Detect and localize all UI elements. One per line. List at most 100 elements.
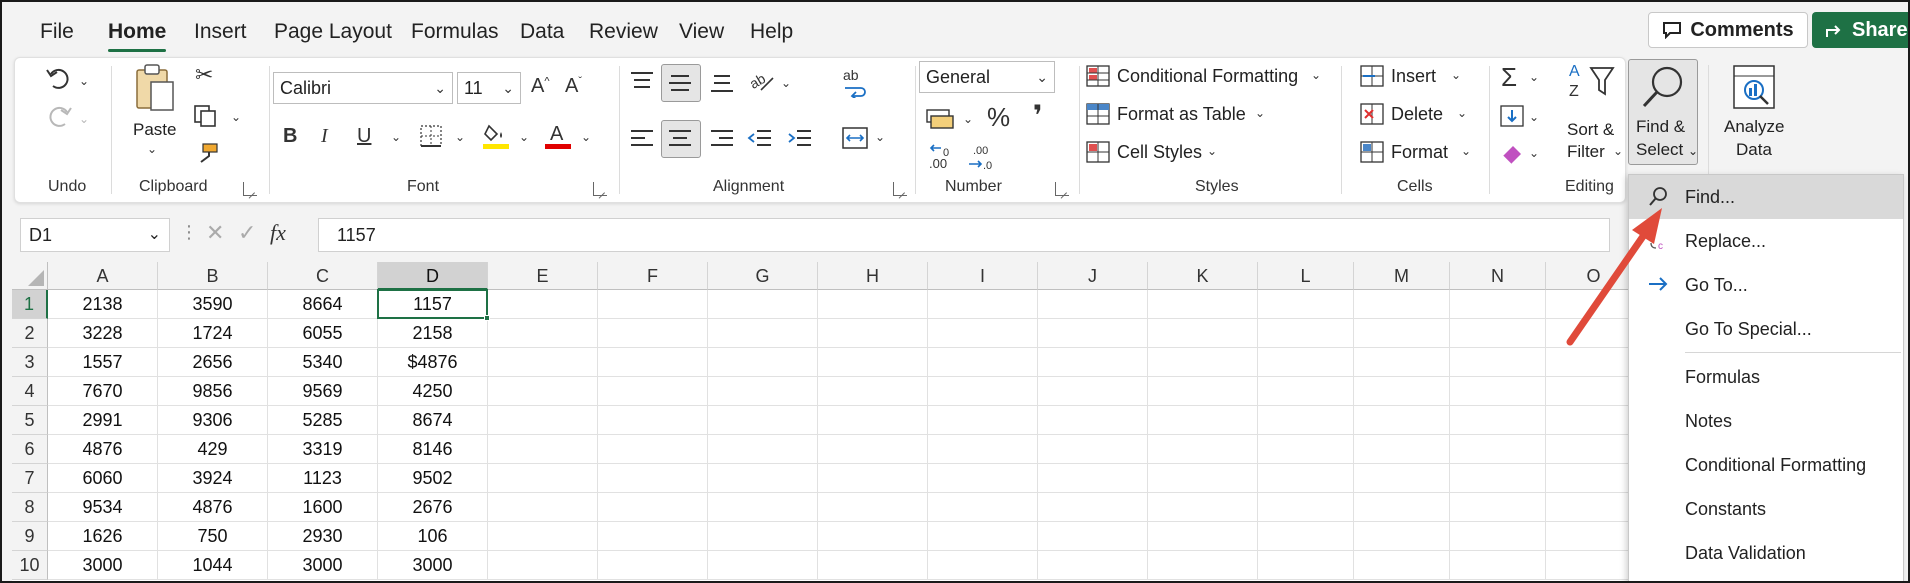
cell-b5[interactable]: 9306 xyxy=(158,406,268,435)
cell-c10[interactable]: 3000 xyxy=(268,551,378,580)
clear-icon[interactable] xyxy=(1499,142,1525,166)
cell-j6[interactable] xyxy=(1038,435,1148,464)
cell-m5[interactable] xyxy=(1354,406,1450,435)
cell-n9[interactable] xyxy=(1450,522,1546,551)
merge-center-icon[interactable] xyxy=(841,126,869,150)
cell-f6[interactable] xyxy=(598,435,708,464)
decrease-decimal-icon[interactable]: .00.0 xyxy=(965,142,995,172)
undo-dropdown-icon[interactable]: ⌄ xyxy=(79,74,89,88)
cell-b1[interactable]: 3590 xyxy=(158,290,268,319)
cell-d2[interactable]: 2158 xyxy=(378,319,488,348)
conditional-formatting-button[interactable]: Conditional Formatting xyxy=(1117,66,1298,87)
cell-g2[interactable] xyxy=(708,319,818,348)
cell-a9[interactable]: 1626 xyxy=(48,522,158,551)
cancel-icon[interactable]: ✕ xyxy=(206,220,224,246)
cell-d8[interactable]: 2676 xyxy=(378,493,488,522)
column-header-m[interactable]: M xyxy=(1354,262,1450,290)
cell-f10[interactable] xyxy=(598,551,708,580)
cell-a2[interactable]: 3228 xyxy=(48,319,158,348)
cell-i2[interactable] xyxy=(928,319,1038,348)
insert-function-icon[interactable]: fx xyxy=(270,220,286,246)
font-dialog-launcher[interactable] xyxy=(593,182,607,196)
autosum-dropdown-icon[interactable]: ⌄ xyxy=(1529,70,1539,84)
column-header-f[interactable]: F xyxy=(598,262,708,290)
cell-g6[interactable] xyxy=(708,435,818,464)
cell-j3[interactable] xyxy=(1038,348,1148,377)
menu-item-formulas[interactable]: Formulas xyxy=(1629,355,1903,399)
cell-f8[interactable] xyxy=(598,493,708,522)
cell-k1[interactable] xyxy=(1148,290,1258,319)
underline-icon[interactable]: U xyxy=(357,126,371,146)
cell-h7[interactable] xyxy=(818,464,928,493)
cell-h9[interactable] xyxy=(818,522,928,551)
cell-e6[interactable] xyxy=(488,435,598,464)
accounting-format-icon[interactable] xyxy=(925,106,955,132)
autosum-icon[interactable]: Σ xyxy=(1501,64,1517,90)
cell-b2[interactable]: 1724 xyxy=(158,319,268,348)
analyze-data-button-line2[interactable]: Data xyxy=(1736,140,1772,160)
cell-f7[interactable] xyxy=(598,464,708,493)
cell-l9[interactable] xyxy=(1258,522,1354,551)
enter-check-icon[interactable]: ✓ xyxy=(238,220,256,246)
cell-n5[interactable] xyxy=(1450,406,1546,435)
cell-i7[interactable] xyxy=(928,464,1038,493)
cell-e9[interactable] xyxy=(488,522,598,551)
undo-icon[interactable] xyxy=(45,66,73,92)
cell-e4[interactable] xyxy=(488,377,598,406)
cell-styles-icon[interactable] xyxy=(1085,140,1111,164)
formula-input[interactable]: 1157 xyxy=(318,218,1610,252)
cell-i8[interactable] xyxy=(928,493,1038,522)
column-header-l[interactable]: L xyxy=(1258,262,1354,290)
tab-insert[interactable]: Insert xyxy=(194,20,247,44)
delete-cells-icon[interactable] xyxy=(1359,102,1385,126)
cell-n6[interactable] xyxy=(1450,435,1546,464)
cell-b7[interactable]: 3924 xyxy=(158,464,268,493)
tab-help[interactable]: Help xyxy=(750,20,793,44)
tab-file[interactable]: File xyxy=(40,20,74,44)
cell-m8[interactable] xyxy=(1354,493,1450,522)
cell-a7[interactable]: 6060 xyxy=(48,464,158,493)
cell-l4[interactable] xyxy=(1258,377,1354,406)
fill-handle[interactable] xyxy=(484,315,490,321)
cell-j10[interactable] xyxy=(1038,551,1148,580)
cell-e3[interactable] xyxy=(488,348,598,377)
accounting-dropdown-icon[interactable]: ⌄ xyxy=(963,112,973,126)
cell-e5[interactable] xyxy=(488,406,598,435)
sort-filter-icon[interactable]: AZ xyxy=(1567,60,1617,100)
column-header-a[interactable]: A xyxy=(48,262,158,290)
align-right-icon[interactable] xyxy=(709,128,735,150)
analyze-data-icon[interactable] xyxy=(1730,62,1778,112)
cell-i9[interactable] xyxy=(928,522,1038,551)
font-size-dropdown[interactable]: 11 ⌄ xyxy=(457,72,521,104)
cell-a8[interactable]: 9534 xyxy=(48,493,158,522)
cell-h4[interactable] xyxy=(818,377,928,406)
cell-e10[interactable] xyxy=(488,551,598,580)
align-bottom-icon[interactable] xyxy=(709,72,735,94)
row-header-5[interactable]: 5 xyxy=(12,406,48,435)
cell-c7[interactable]: 1123 xyxy=(268,464,378,493)
cell-l5[interactable] xyxy=(1258,406,1354,435)
row-header-1[interactable]: 1 xyxy=(12,290,48,319)
cell-h1[interactable] xyxy=(818,290,928,319)
cell-n1[interactable] xyxy=(1450,290,1546,319)
cell-c6[interactable]: 3319 xyxy=(268,435,378,464)
column-header-j[interactable]: J xyxy=(1038,262,1148,290)
cell-g8[interactable] xyxy=(708,493,818,522)
cell-j9[interactable] xyxy=(1038,522,1148,551)
share-button[interactable]: Share xyxy=(1812,12,1908,48)
font-color-icon[interactable]: A xyxy=(545,120,571,150)
orientation-dropdown-icon[interactable]: ⌄ xyxy=(781,76,791,90)
cell-j1[interactable] xyxy=(1038,290,1148,319)
cell-k5[interactable] xyxy=(1148,406,1258,435)
paste-dropdown-icon[interactable]: ⌄ xyxy=(147,142,157,156)
cell-l10[interactable] xyxy=(1258,551,1354,580)
redo-icon[interactable] xyxy=(45,104,73,130)
row-header-4[interactable]: 4 xyxy=(12,377,48,406)
cell-k9[interactable] xyxy=(1148,522,1258,551)
cell-n10[interactable] xyxy=(1450,551,1546,580)
format-as-table-dropdown-icon[interactable]: ⌄ xyxy=(1255,106,1265,120)
number-dialog-launcher[interactable] xyxy=(1055,182,1069,196)
cell-g9[interactable] xyxy=(708,522,818,551)
cell-h10[interactable] xyxy=(818,551,928,580)
cell-styles-button[interactable]: Cell Styles xyxy=(1117,142,1202,163)
